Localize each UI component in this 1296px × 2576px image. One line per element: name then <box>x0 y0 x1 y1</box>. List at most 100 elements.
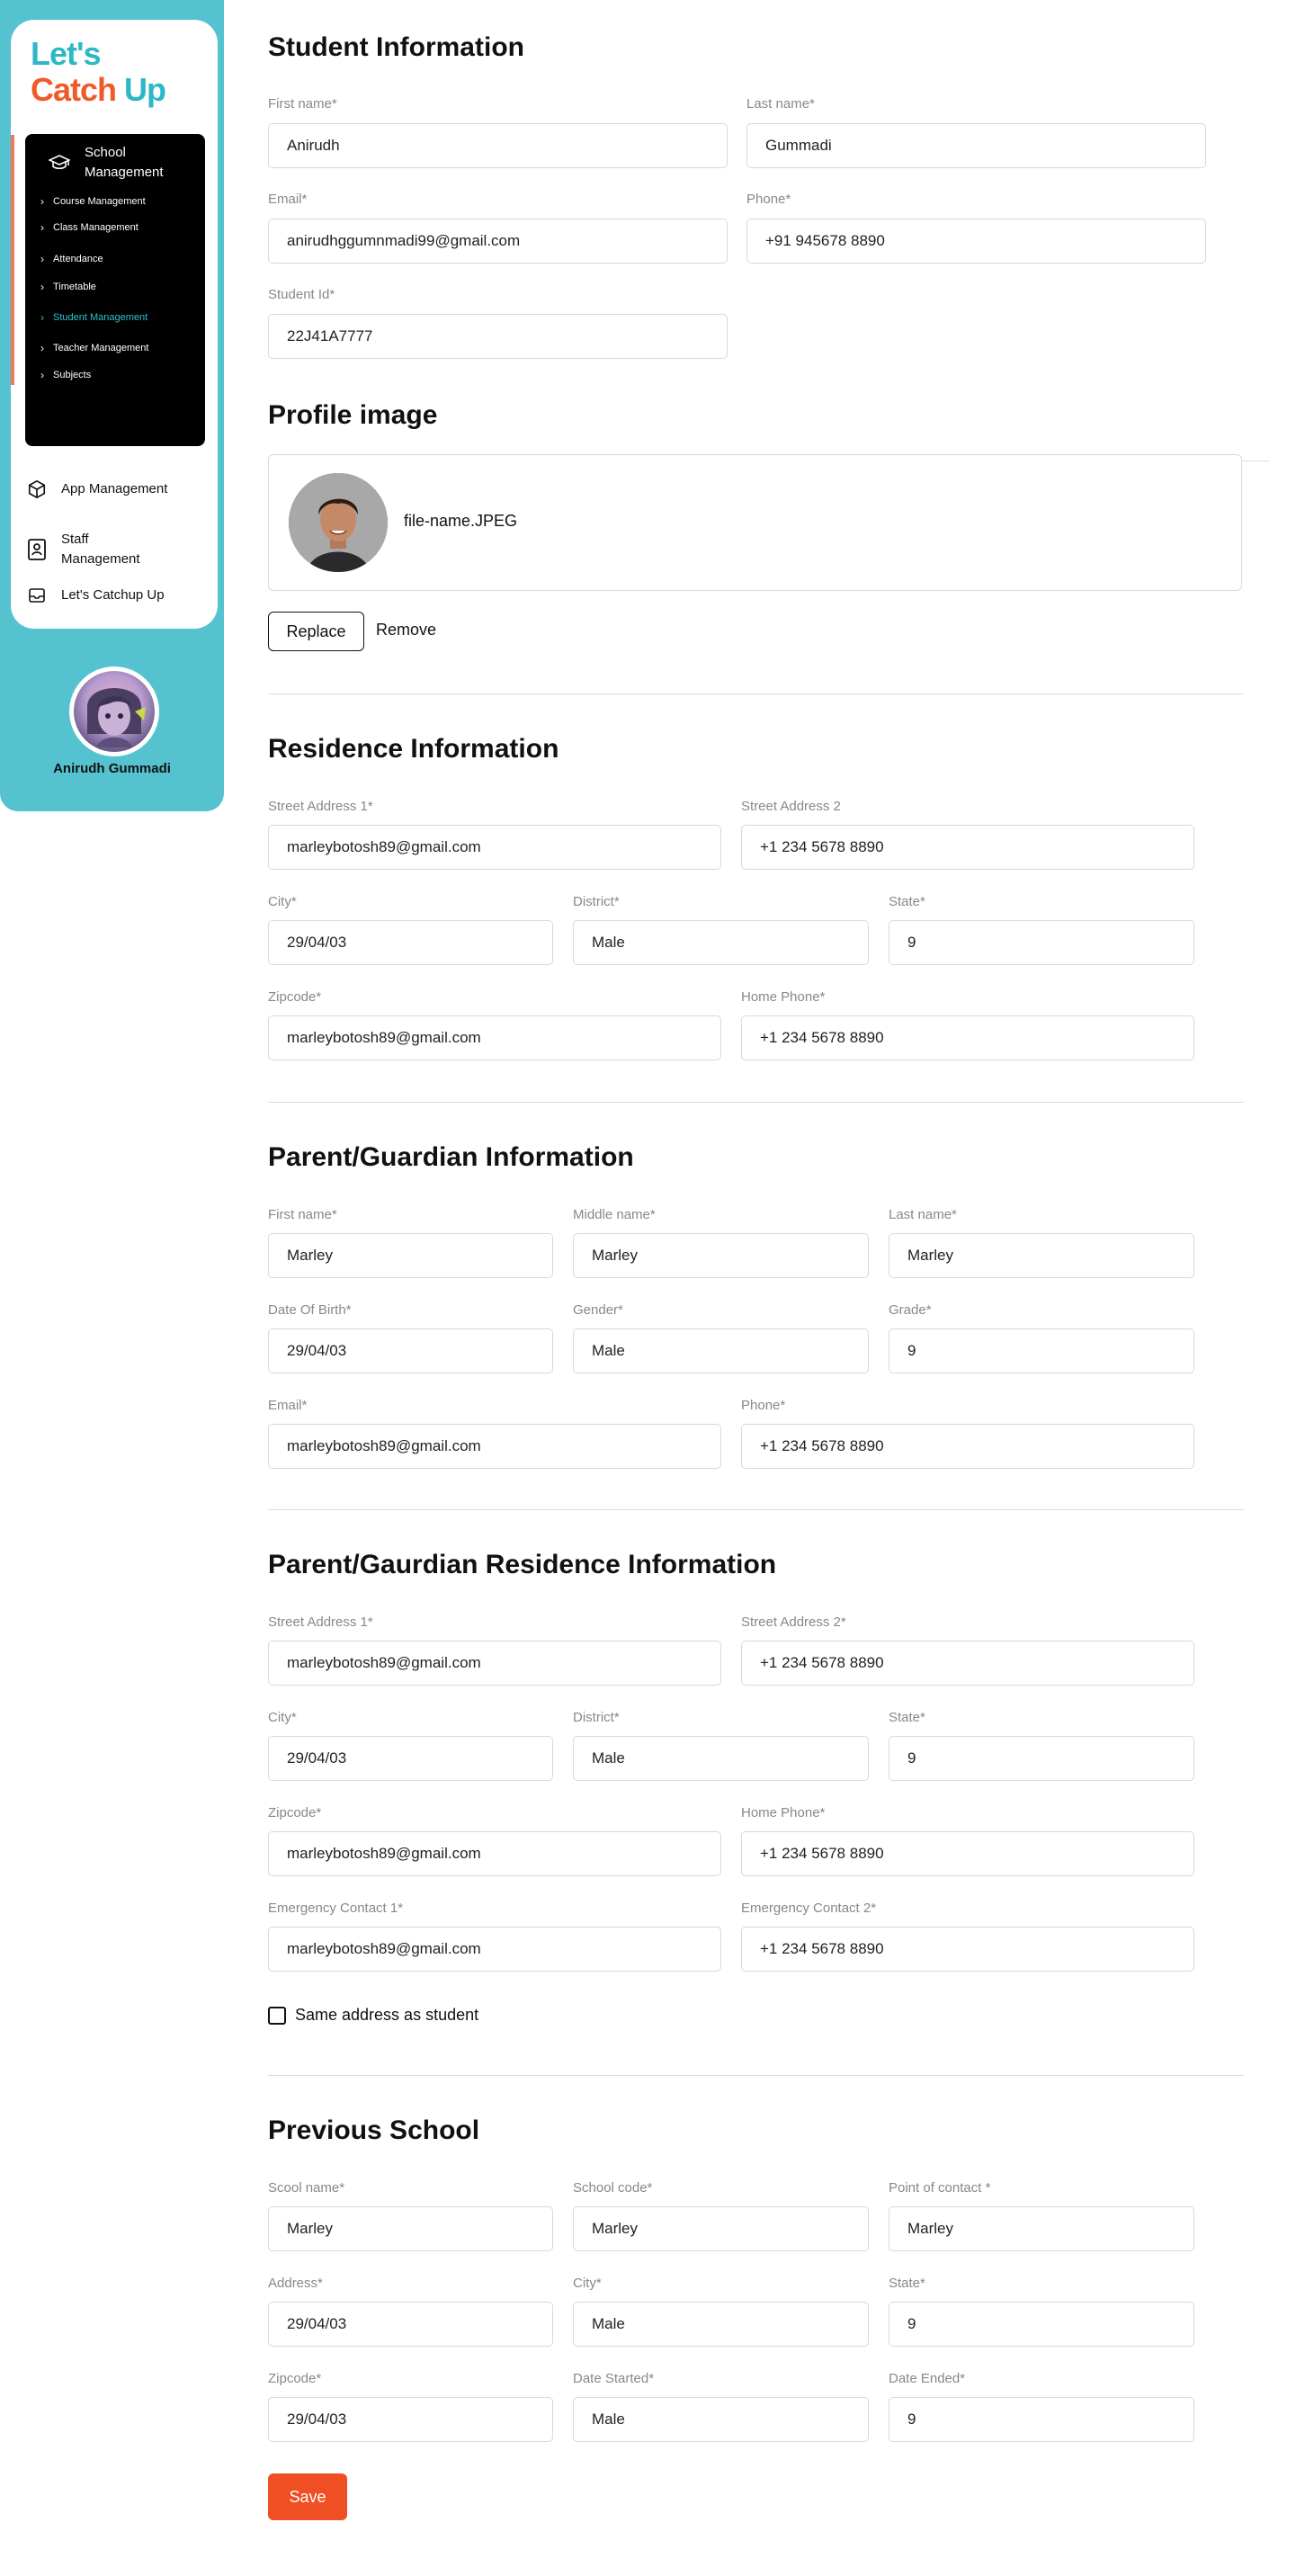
school-city-label: City* <box>573 2276 602 2291</box>
graduation-cap-icon <box>49 155 70 170</box>
remove-image-button[interactable]: Remove <box>376 621 436 640</box>
parent-first-name-label: First name* <box>268 1207 337 1222</box>
parent-street1-label: Street Address 1* <box>268 1614 373 1630</box>
divider <box>268 693 1244 694</box>
parent-city-label: City* <box>268 1710 297 1725</box>
first-name-input[interactable]: Anirudh <box>268 123 728 168</box>
active-section-indicator <box>11 135 14 385</box>
replace-image-button[interactable]: Replace <box>268 612 364 651</box>
parent-street2-label: Street Address 2* <box>741 1614 846 1630</box>
section-title-student: Student Information <box>268 32 524 62</box>
parent-first-name-input[interactable]: Marley <box>268 1233 553 1278</box>
city-label: City* <box>268 894 297 909</box>
parent-dob-label: Date Of Birth* <box>268 1302 352 1318</box>
divider <box>268 1509 1244 1510</box>
email-input[interactable]: anirudhggumnmadi99@gmail.com <box>268 219 728 264</box>
nav-label: Timetable <box>53 282 96 292</box>
parent-state-input[interactable]: 9 <box>889 1736 1194 1781</box>
school-zipcode-input[interactable]: 29/04/03 <box>268 2397 553 2442</box>
date-ended-input[interactable]: 9 <box>889 2397 1194 2442</box>
nav-app-management[interactable]: App Management <box>25 479 169 499</box>
school-code-input[interactable]: Marley <box>573 2206 869 2251</box>
zipcode-label: Zipcode* <box>268 989 322 1005</box>
city-input[interactable]: 29/04/03 <box>268 920 553 965</box>
date-started-label: Date Started* <box>573 2371 655 2386</box>
parent-home-phone-input[interactable]: +1 234 5678 8890 <box>741 1831 1194 1876</box>
parent-middle-name-input[interactable]: Marley <box>573 1233 869 1278</box>
nav-teacher-management[interactable]: › Teacher Management <box>40 342 148 354</box>
nav-lets-catchup-up[interactable]: Let's Catchup Up <box>25 586 165 605</box>
nav-school-management[interactable]: School Management <box>49 143 183 183</box>
inbox-icon <box>29 588 45 603</box>
school-city-input[interactable]: Male <box>573 2302 869 2347</box>
home-phone-label: Home Phone* <box>741 989 826 1005</box>
parent-city-input[interactable]: 29/04/03 <box>268 1736 553 1781</box>
parent-gender-input[interactable]: Male <box>573 1328 869 1373</box>
point-of-contact-label: Point of contact * <box>889 2180 991 2196</box>
phone-input[interactable]: +91 945678 8890 <box>746 219 1206 264</box>
parent-last-name-input[interactable]: Marley <box>889 1233 1194 1278</box>
school-code-label: School code* <box>573 2180 653 2196</box>
same-address-label: Same address as student <box>295 2006 479 2024</box>
school-name-input[interactable]: Marley <box>268 2206 553 2251</box>
nav-label: Class Management <box>53 222 139 233</box>
same-address-checkbox[interactable]: Same address as student <box>268 2006 478 2025</box>
school-state-input[interactable]: 9 <box>889 2302 1194 2347</box>
app-logo[interactable]: Let's Catch Up <box>31 36 166 108</box>
school-state-label: State* <box>889 2276 925 2291</box>
user-name: Anirudh Gummadi <box>53 761 171 776</box>
date-started-input[interactable]: Male <box>573 2397 869 2442</box>
emergency-contact-2-input[interactable]: +1 234 5678 8890 <box>741 1927 1194 1972</box>
cube-icon <box>28 479 46 499</box>
nav-label: Teacher Management <box>53 343 149 353</box>
school-address-input[interactable]: 29/04/03 <box>268 2302 553 2347</box>
divider <box>268 2075 1244 2076</box>
student-id-label: Student Id* <box>268 287 335 302</box>
nav-label: Subjects <box>53 370 92 380</box>
nav-label: Attendance <box>53 254 103 264</box>
street1-input[interactable]: marleybotosh89@gmail.com <box>268 825 721 870</box>
save-button[interactable]: Save <box>268 2473 347 2520</box>
nav-class-management[interactable]: › Class Management <box>40 221 139 234</box>
nav-staff-management[interactable]: Staff Management <box>25 530 160 569</box>
parent-dob-input[interactable]: 29/04/03 <box>268 1328 553 1373</box>
point-of-contact-input[interactable]: Marley <box>889 2206 1194 2251</box>
home-phone-input[interactable]: +1 234 5678 8890 <box>741 1015 1194 1060</box>
user-avatar[interactable] <box>69 666 159 756</box>
parent-last-name-label: Last name* <box>889 1207 957 1222</box>
zipcode-input[interactable]: marleybotosh89@gmail.com <box>268 1015 721 1060</box>
nav-course-management[interactable]: › Course Management <box>40 195 146 208</box>
first-name-label: First name* <box>268 96 337 112</box>
contact-card-icon <box>28 539 46 560</box>
school-name-label: Scool name* <box>268 2180 345 2196</box>
sidebar: Let's Catch Up School Management › Course… <box>0 0 224 811</box>
state-label: State* <box>889 894 925 909</box>
parent-phone-input[interactable]: +1 234 5678 8890 <box>741 1424 1194 1469</box>
parent-street2-input[interactable]: +1 234 5678 8890 <box>741 1641 1194 1686</box>
student-id-input[interactable]: 22J41A7777 <box>268 314 728 359</box>
nav-timetable[interactable]: › Timetable <box>40 281 96 293</box>
emergency-contact-1-input[interactable]: marleybotosh89@gmail.com <box>268 1927 721 1972</box>
parent-middle-name-label: Middle name* <box>573 1207 656 1222</box>
section-title-profile: Profile image <box>268 400 438 430</box>
parent-district-input[interactable]: Male <box>573 1736 869 1781</box>
parent-zipcode-input[interactable]: marleybotosh89@gmail.com <box>268 1831 721 1876</box>
logo-catch: Catch <box>31 71 117 108</box>
nav-attendance[interactable]: › Attendance <box>40 253 103 265</box>
parent-street1-input[interactable]: marleybotosh89@gmail.com <box>268 1641 721 1686</box>
parent-email-label: Email* <box>268 1398 308 1413</box>
parent-grade-input[interactable]: 9 <box>889 1328 1194 1373</box>
chevron-right-icon: › <box>40 281 44 293</box>
nav-student-management[interactable]: › Student Management <box>40 311 147 324</box>
nav-label: App Management <box>61 481 168 496</box>
street2-input[interactable]: +1 234 5678 8890 <box>741 825 1194 870</box>
section-title-previous-school: Previous School <box>268 2115 480 2145</box>
divider <box>268 1102 1244 1103</box>
last-name-input[interactable]: Gummadi <box>746 123 1206 168</box>
nav-subjects[interactable]: › Subjects <box>40 369 91 381</box>
parent-email-input[interactable]: marleybotosh89@gmail.com <box>268 1424 721 1469</box>
checkbox-box[interactable] <box>268 2006 286 2025</box>
state-input[interactable]: 9 <box>889 920 1194 965</box>
district-input[interactable]: Male <box>573 920 869 965</box>
chevron-right-icon: › <box>40 195 44 208</box>
